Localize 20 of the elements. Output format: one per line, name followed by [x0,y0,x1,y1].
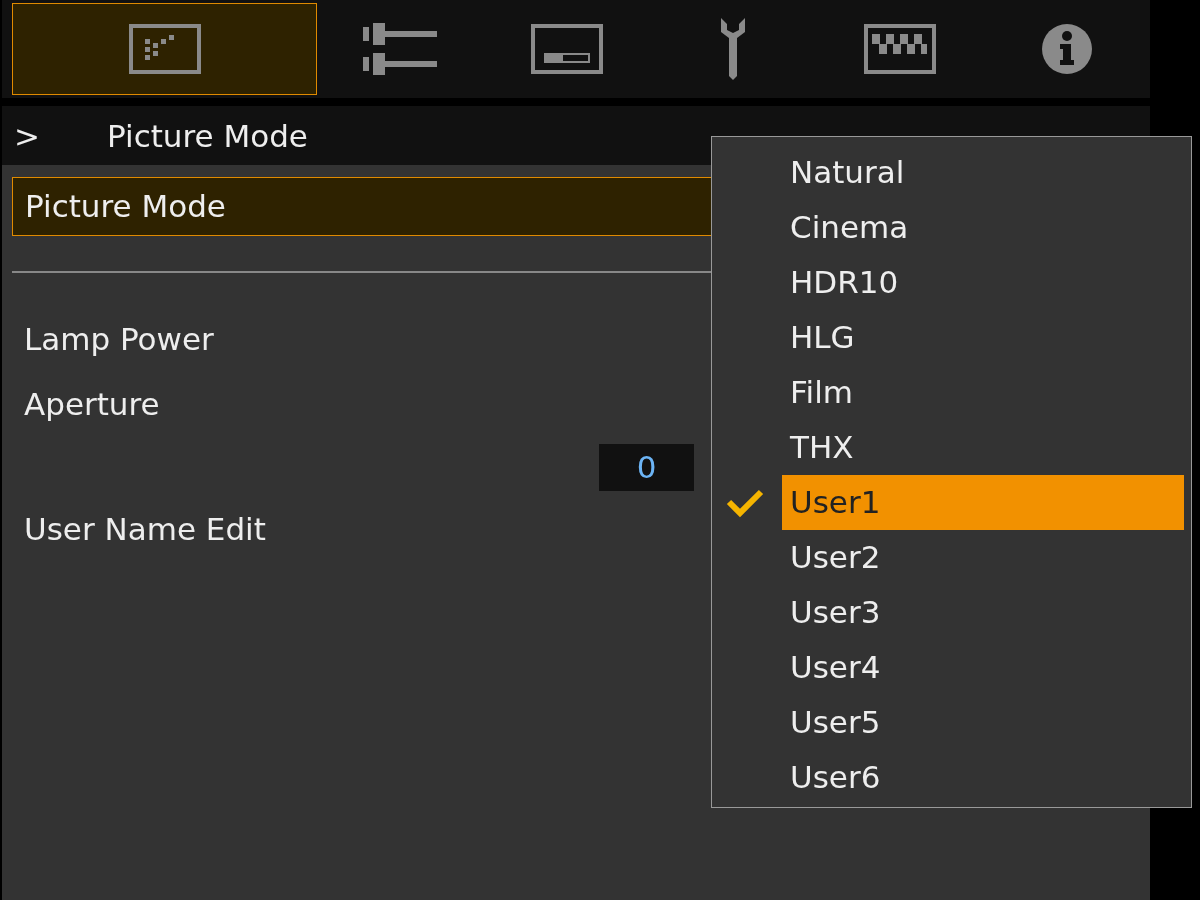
dropdown-option[interactable]: HLG [782,310,1184,365]
checkmark-icon [726,488,764,518]
dropdown-option[interactable]: User6 [782,750,1184,805]
sliders-icon [363,23,438,75]
breadcrumb-marker: > [13,117,41,154]
dropdown-option[interactable]: User4 [782,640,1184,695]
breadcrumb-title: Picture Mode [107,117,308,154]
dropdown-option[interactable]: User1 [782,475,1184,530]
info-icon [1041,24,1092,74]
test-pattern-icon [864,24,937,74]
picture-icon [128,24,201,74]
dropdown-option[interactable]: Film [782,365,1184,420]
dropdown-option[interactable]: HDR10 [782,255,1184,310]
menu-tab[interactable] [12,3,317,95]
dropdown-option[interactable]: User5 [782,695,1184,750]
dropdown-option[interactable]: User3 [782,585,1184,640]
dropdown-option[interactable]: User2 [782,530,1184,585]
dropdown-option[interactable]: THX [782,420,1184,475]
screen-icon [530,24,603,74]
value-display: 0 [599,443,694,491]
